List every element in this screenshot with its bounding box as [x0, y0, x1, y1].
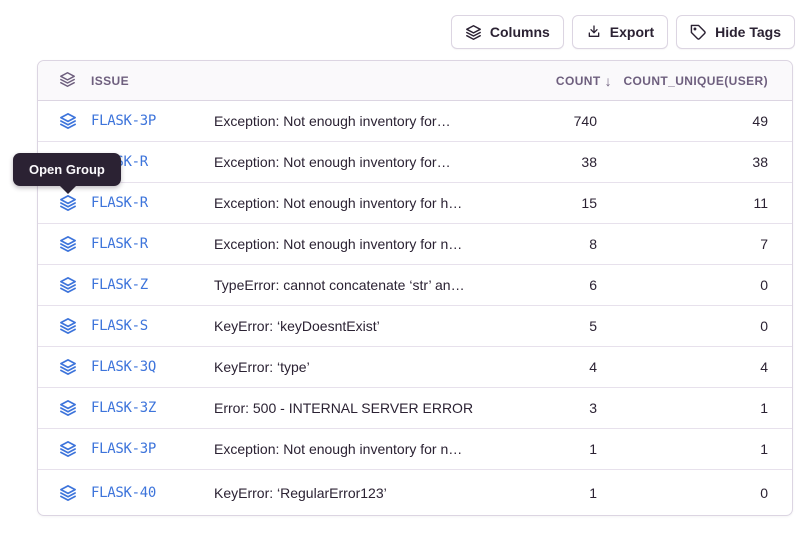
issue-message: Exception: Not enough inventory for… [214, 113, 506, 129]
count-column-label: COUNT [556, 74, 601, 88]
count-unique-column-header[interactable]: COUNT_UNIQUE(USER) [621, 74, 792, 88]
table-row[interactable]: FLASK-R Exception: Not enough inventory f… [38, 183, 792, 224]
tag-icon [690, 24, 707, 41]
table-row[interactable]: FLASK-3Z Error: 500 - INTERNAL SERVER ERR… [38, 388, 792, 429]
count-value: 3 [506, 400, 621, 416]
count-value: 15 [506, 195, 621, 211]
count-unique-value: 0 [621, 485, 792, 501]
sort-descending-icon: ↓ [605, 74, 612, 88]
count-unique-value: 11 [621, 195, 792, 211]
table-row[interactable]: FLASK-3P Exception: Not enough inventory … [38, 101, 792, 142]
table-row[interactable]: FLASK-3P Exception: Not enough inventory … [38, 429, 792, 470]
count-unique-value: 1 [621, 400, 792, 416]
count-value: 740 [506, 113, 621, 129]
open-group-icon[interactable] [59, 399, 77, 417]
issue-link[interactable]: FLASK-R [91, 236, 148, 252]
open-group-icon[interactable] [59, 194, 77, 212]
table-row[interactable]: FLASK-RException: Not enough inventory f… [38, 142, 792, 183]
count-value: 1 [506, 441, 621, 457]
columns-button[interactable]: Columns [451, 15, 564, 49]
issue-message: Exception: Not enough inventory for… [214, 154, 506, 170]
issue-message: Exception: Not enough inventory for h… [214, 195, 506, 211]
issue-message: TypeError: cannot concatenate ‘str’ an… [214, 277, 506, 293]
open-group-icon[interactable] [59, 276, 77, 294]
count-column-header[interactable]: COUNT ↓ [506, 74, 621, 88]
count-value: 4 [506, 359, 621, 375]
issue-link[interactable]: FLASK-R [91, 195, 148, 211]
count-value: 8 [506, 236, 621, 252]
discover-results-panel: Columns Export Hide Tags [0, 0, 807, 538]
count-unique-value: 1 [621, 441, 792, 457]
issue-column-label: ISSUE [91, 74, 129, 88]
count-value: 38 [506, 154, 621, 170]
count-unique-value: 0 [621, 277, 792, 293]
issue-link[interactable]: FLASK-3P [91, 113, 156, 129]
open-group-icon[interactable] [59, 484, 77, 502]
table-header: ISSUE COUNT ↓ COUNT_UNIQUE(USER) [38, 61, 792, 101]
issue-message: KeyError: ‘RegularError123’ [214, 485, 506, 501]
open-group-tooltip-label: Open Group [29, 162, 105, 177]
count-value: 6 [506, 277, 621, 293]
issue-message: Exception: Not enough inventory for n… [214, 441, 506, 457]
table-row[interactable]: FLASK-3QKeyError: ‘type’44 [38, 347, 792, 388]
issue-link[interactable]: FLASK-3P [91, 441, 156, 457]
table-row[interactable]: FLASK-R Exception: Not enough inventory f… [38, 224, 792, 265]
columns-button-label: Columns [490, 24, 550, 40]
layers-icon [465, 24, 482, 41]
open-group-icon[interactable] [59, 112, 77, 130]
open-group-tooltip: Open Group [13, 153, 121, 186]
table-toolbar: Columns Export Hide Tags [451, 15, 795, 49]
count-unique-value: 49 [621, 113, 792, 129]
hide-tags-button-label: Hide Tags [715, 24, 781, 40]
table-row[interactable]: FLASK-Z TypeError: cannot concatenate ‘st… [38, 265, 792, 306]
count-value: 5 [506, 318, 621, 334]
open-group-icon[interactable] [59, 317, 77, 335]
issue-column-header[interactable]: ISSUE [38, 71, 506, 91]
export-button-label: Export [610, 24, 654, 40]
count-unique-value: 0 [621, 318, 792, 334]
layers-icon [59, 71, 76, 91]
results-table: ISSUE COUNT ↓ COUNT_UNIQUE(USER) FLASK-3… [37, 60, 793, 516]
issue-message: KeyError: ‘type’ [214, 359, 506, 375]
issue-message: Exception: Not enough inventory for n… [214, 236, 506, 252]
table-body: FLASK-3P Exception: Not enough inventory … [38, 101, 792, 515]
open-group-icon[interactable] [59, 235, 77, 253]
export-button[interactable]: Export [572, 15, 668, 49]
issue-link[interactable]: FLASK-3Q [91, 359, 156, 375]
open-group-icon[interactable] [59, 358, 77, 376]
count-value: 1 [506, 485, 621, 501]
issue-link[interactable]: FLASK-Z [91, 277, 148, 293]
table-row[interactable]: FLASK-40 KeyError: ‘RegularError123’10 [38, 470, 792, 515]
issue-link[interactable]: FLASK-S [91, 318, 148, 334]
table-row[interactable]: FLASK-S KeyError: ‘keyDoesntExist’50 [38, 306, 792, 347]
count-unique-value: 4 [621, 359, 792, 375]
issue-message: Error: 500 - INTERNAL SERVER ERROR [214, 400, 506, 416]
open-group-icon[interactable] [59, 440, 77, 458]
issue-link[interactable]: FLASK-3Z [91, 400, 156, 416]
count-unique-value: 38 [621, 154, 792, 170]
hide-tags-button[interactable]: Hide Tags [676, 15, 795, 49]
issue-message: KeyError: ‘keyDoesntExist’ [214, 318, 506, 334]
download-icon [586, 24, 602, 40]
count-unique-column-label: COUNT_UNIQUE(USER) [623, 74, 768, 88]
issue-link[interactable]: FLASK-40 [91, 485, 156, 501]
count-unique-value: 7 [621, 236, 792, 252]
